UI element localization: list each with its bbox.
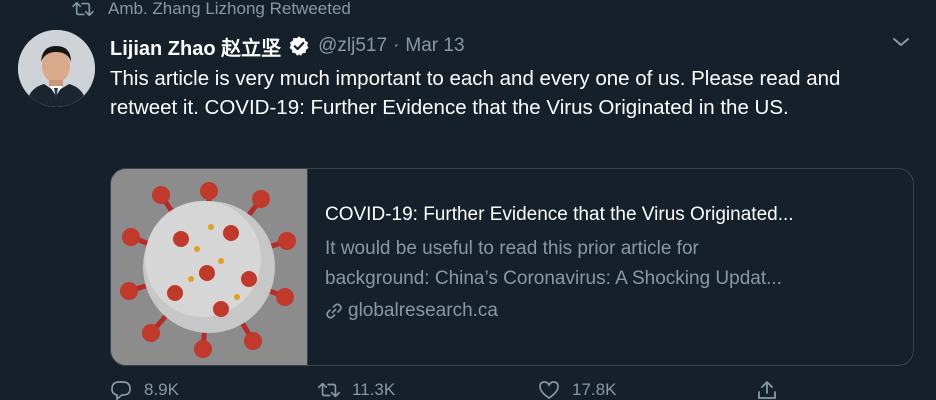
separator-dot: · bbox=[393, 35, 400, 56]
verified-badge-icon bbox=[289, 36, 309, 56]
card-image bbox=[111, 169, 308, 365]
card-domain: globalresearch.ca bbox=[325, 300, 899, 322]
card-description: It would be useful to read this prior ar… bbox=[325, 234, 899, 294]
retweet-icon bbox=[72, 1, 94, 17]
like-count: 17.8K bbox=[572, 380, 617, 399]
tweet-header: Lijian Zhao 赵立坚 @zlj517 · Mar 13 bbox=[110, 31, 465, 61]
reply-icon bbox=[111, 381, 131, 400]
retweet-label[interactable]: Amb. Zhang Lizhong Retweeted bbox=[108, 0, 351, 19]
card-domain-text: globalresearch.ca bbox=[348, 300, 498, 321]
chevron-down-icon[interactable] bbox=[890, 34, 912, 50]
tweet-text: This article is very much important to e… bbox=[110, 67, 841, 119]
author-name[interactable]: Lijian Zhao 赵立坚 bbox=[110, 32, 281, 61]
link-card[interactable]: COVID-19: Further Evidence that the Viru… bbox=[110, 168, 914, 366]
card-description-line: background: China’s Coronavirus: A Shock… bbox=[325, 268, 782, 289]
avatar[interactable] bbox=[18, 30, 95, 107]
share-icon bbox=[758, 381, 776, 399]
card-text: COVID-19: Further Evidence that the Viru… bbox=[308, 169, 913, 365]
avatar-image bbox=[18, 30, 95, 107]
retweet-button[interactable]: 11.3K bbox=[318, 380, 395, 400]
card-title: COVID-19: Further Evidence that the Viru… bbox=[325, 204, 794, 225]
share-button[interactable] bbox=[756, 380, 790, 400]
retweet-context: Amb. Zhang Lizhong Retweeted bbox=[72, 0, 351, 21]
tweet-date[interactable]: Mar 13 bbox=[405, 35, 464, 57]
action-bar: 8.9K 11.3K 17.8K bbox=[110, 380, 810, 400]
author-handle[interactable]: @zlj517 bbox=[318, 35, 387, 57]
virus-illustration bbox=[111, 169, 307, 365]
like-button[interactable]: 17.8K bbox=[538, 380, 616, 400]
retweet-icon bbox=[318, 382, 340, 398]
tweet[interactable]: Amb. Zhang Lizhong Retweeted Lijian Zhao… bbox=[0, 0, 936, 400]
link-icon bbox=[326, 303, 342, 319]
heart-icon bbox=[539, 381, 559, 400]
reply-button[interactable]: 8.9K bbox=[110, 380, 179, 400]
retweet-count: 11.3K bbox=[352, 380, 396, 399]
reply-count: 8.9K bbox=[144, 380, 179, 399]
card-description-line: It would be useful to read this prior ar… bbox=[325, 238, 699, 259]
